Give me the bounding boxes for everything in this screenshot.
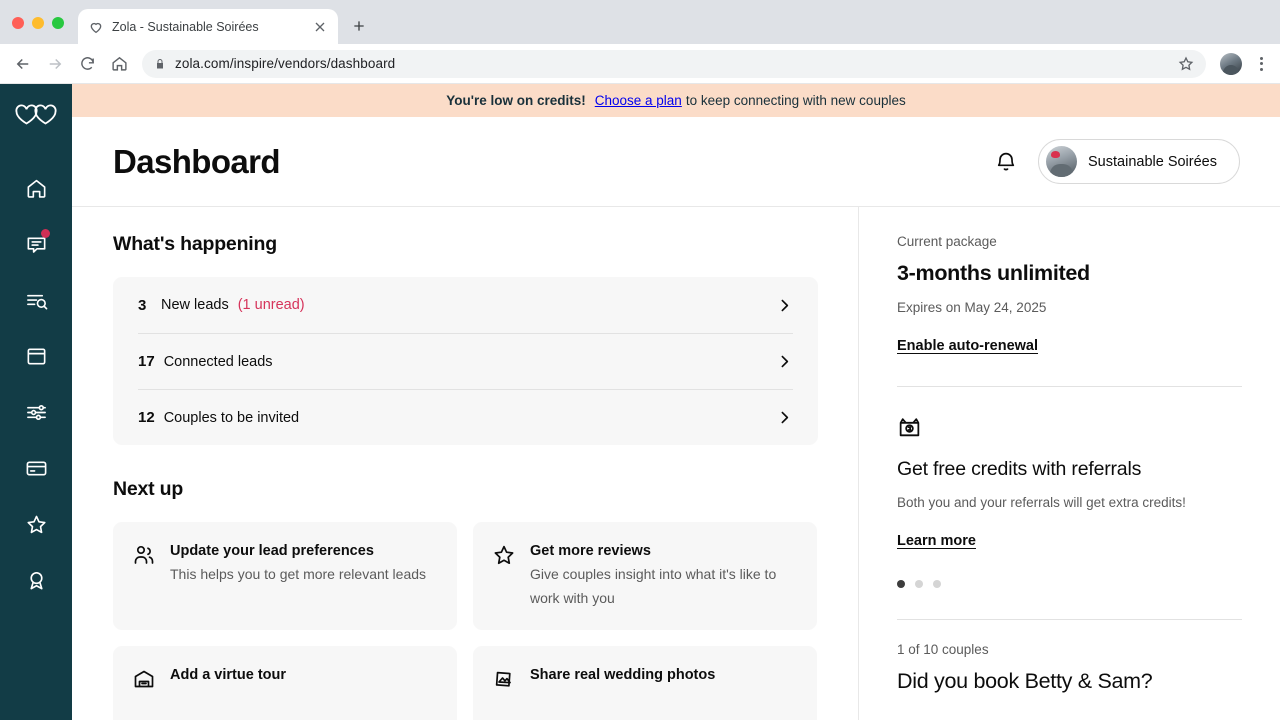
next-up-title: Next up — [113, 478, 184, 500]
couples-progress: 1 of 10 couples — [897, 642, 989, 657]
browser-toolbar: zola.com/inspire/vendors/dashboard — [0, 44, 1280, 84]
task-title: Get more reviews — [530, 543, 651, 559]
minimize-window-button[interactable] — [32, 17, 44, 29]
page-title: Dashboard — [113, 142, 281, 180]
row-count: 17 — [138, 353, 155, 370]
whats-happening-card: 3 New leads (1 unread) 17 Connected lead… — [113, 277, 818, 445]
zola-hearts-logo[interactable] — [13, 98, 59, 132]
chevron-right-icon — [776, 297, 793, 314]
web-page: You're low on credits! Choose a plan to … — [0, 84, 1280, 720]
main-content: What's happening 3 New leads (1 unread) … — [72, 207, 858, 720]
chevron-right-icon — [776, 409, 793, 426]
carousel-dot-2[interactable] — [915, 580, 923, 588]
happening-row-connected-leads[interactable]: 17 Connected leads — [138, 333, 793, 389]
choose-a-plan-link[interactable]: Choose a plan — [595, 93, 682, 108]
task-title: Share real wedding photos — [530, 667, 716, 684]
banner-rest-text: to keep connecting with new couples — [685, 93, 906, 108]
home-button[interactable] — [104, 49, 134, 79]
close-icon[interactable] — [312, 19, 328, 35]
sidebar-item-messages[interactable] — [16, 226, 56, 262]
bell-icon[interactable] — [994, 150, 1018, 174]
current-package-name: 3-months unlimited — [897, 261, 1090, 285]
carousel-dot-3[interactable] — [933, 580, 941, 588]
current-package-label: Current package — [897, 234, 997, 249]
back-button[interactable] — [8, 49, 38, 79]
chevron-right-icon — [776, 353, 793, 370]
heart-icon — [88, 19, 104, 35]
rail-divider — [897, 386, 1242, 387]
whats-happening-title: What's happening — [113, 233, 277, 255]
row-count: 12 — [138, 409, 155, 426]
three-dot-menu-icon[interactable] — [1250, 53, 1272, 75]
enable-auto-renewal-link[interactable]: Enable auto-renewal — [897, 338, 1038, 354]
low-credits-banner: You're low on credits! Choose a plan to … — [72, 84, 1280, 117]
lock-icon — [154, 57, 166, 71]
photos-icon — [492, 667, 516, 691]
window-controls[interactable] — [12, 17, 64, 29]
task-description: This helps you to get more relevant lead… — [170, 566, 427, 583]
browser-window: Zola - Sustainable Soirées zola.com/insp… — [0, 0, 1280, 720]
tab-title: Zola - Sustainable Soirées — [112, 19, 259, 34]
sidebar-item-preferences[interactable] — [16, 394, 56, 430]
maximize-window-button[interactable] — [52, 17, 64, 29]
gift-icon — [897, 415, 922, 440]
task-card-get-reviews[interactable]: Get more reviews Give couples insight in… — [473, 522, 817, 631]
account-name: Sustainable Soirées — [1088, 153, 1217, 170]
referral-description: Both you and your referrals will get ext… — [897, 495, 1186, 510]
row-unread-count: (1 unread) — [237, 297, 305, 313]
happening-row-new-leads[interactable]: 3 New leads (1 unread) — [138, 277, 793, 333]
task-card-wedding-photos[interactable]: Share real wedding photos — [473, 646, 817, 720]
task-card-virtual-tour[interactable]: Add a virtue tour — [113, 646, 457, 720]
star-icon — [492, 543, 516, 567]
url-text: zola.com/inspire/vendors/dashboard — [175, 56, 396, 71]
virtual-tour-icon — [132, 667, 156, 691]
sidebar-item-billing[interactable] — [16, 450, 56, 486]
sidebar-item-search-leads[interactable] — [16, 282, 56, 318]
tab-strip: Zola - Sustainable Soirées — [0, 0, 1280, 44]
row-label: Connected leads — [163, 353, 273, 370]
carousel-dot-1[interactable] — [897, 580, 905, 588]
close-window-button[interactable] — [12, 17, 24, 29]
avatar — [1046, 146, 1078, 177]
happening-row-couples-to-invite[interactable]: 12 Couples to be invited — [138, 389, 793, 445]
sidebar-item-home[interactable] — [16, 170, 56, 206]
referral-title: Get free credits with referrals — [897, 458, 1142, 480]
task-title: Update your lead preferences — [170, 543, 374, 559]
task-description: Give couples insight into what it's like… — [530, 566, 777, 607]
people-icon — [132, 543, 156, 567]
learn-more-link[interactable]: Learn more — [897, 533, 976, 549]
browser-profile-avatar[interactable] — [1220, 52, 1242, 75]
next-up-cards: Update your lead preferences This helps … — [113, 522, 818, 720]
rail-divider — [897, 619, 1242, 620]
address-bar[interactable]: zola.com/inspire/vendors/dashboard — [142, 49, 1206, 78]
page-header: Dashboard Sustainable Soirées — [72, 117, 1280, 207]
sidebar-item-reviews[interactable] — [16, 506, 56, 542]
task-card-lead-preferences[interactable]: Update your lead preferences This helps … — [113, 522, 457, 631]
right-rail: Current package 3-months unlimited Expir… — [858, 207, 1280, 720]
task-title: Add a virtue tour — [170, 667, 287, 684]
couples-question: Did you book Betty & Sam? — [897, 669, 1153, 693]
reload-button[interactable] — [72, 49, 102, 79]
header-actions: Sustainable Soirées — [994, 139, 1240, 184]
sidebar-nav — [16, 170, 56, 598]
browser-tab[interactable]: Zola - Sustainable Soirées — [78, 9, 338, 44]
carousel-dots[interactable] — [897, 580, 1242, 588]
row-label: Couples to be invited — [163, 409, 300, 426]
bookmark-star-icon[interactable] — [1178, 55, 1194, 72]
row-label: New leads — [161, 297, 229, 313]
banner-bold-text: You're low on credits! — [446, 93, 586, 108]
account-menu-button[interactable]: Sustainable Soirées — [1038, 139, 1240, 184]
row-count: 3 — [138, 296, 147, 314]
messages-unread-badge — [41, 229, 50, 238]
new-tab-button[interactable] — [348, 15, 370, 37]
sidebar-item-storefront[interactable] — [16, 338, 56, 374]
sidebar-item-awards[interactable] — [16, 562, 56, 598]
package-expiry: Expires on May 24, 2025 — [897, 300, 1047, 315]
app-sidebar — [0, 84, 72, 720]
forward-button[interactable] — [40, 49, 70, 79]
